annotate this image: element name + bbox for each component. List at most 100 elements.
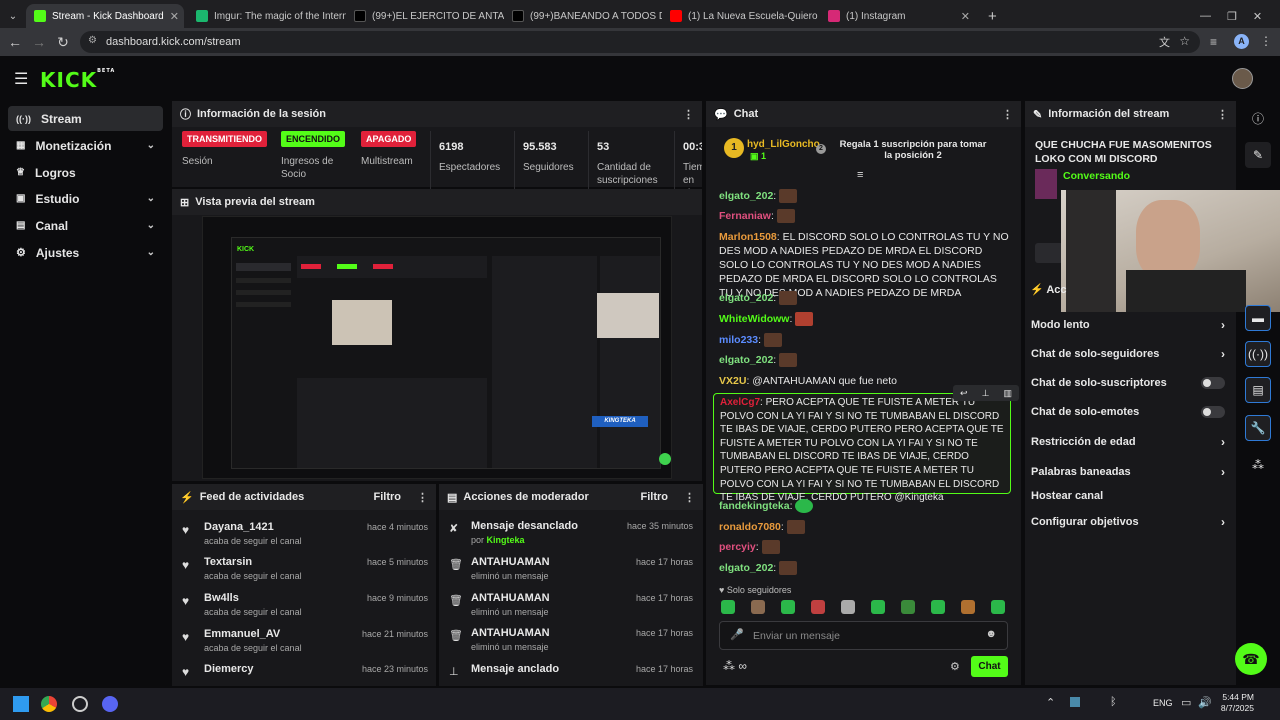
- chat-username[interactable]: ronaldo7080: [719, 521, 781, 533]
- info-circle-icon[interactable]: ⓘ: [1245, 105, 1271, 131]
- layout-icon[interactable]: ▤: [1245, 377, 1271, 403]
- chat-username[interactable]: elgato_202: [719, 562, 773, 574]
- gift-prompt[interactable]: Regala 1 suscripción para tomar la posic…: [838, 139, 988, 161]
- reload-icon[interactable]: ↻: [51, 34, 75, 51]
- chat-username[interactable]: AxelCg7: [720, 397, 760, 408]
- profile-avatar-icon[interactable]: A: [1234, 34, 1249, 49]
- wrench-icon[interactable]: 🔧: [1245, 415, 1271, 441]
- sidebar-item-canal[interactable]: ▤ Canal ⌄: [8, 213, 163, 238]
- site-info-icon[interactable]: ⚙: [88, 35, 97, 46]
- kick-points-icon[interactable]: ⁂ ∞: [723, 659, 747, 673]
- back-icon[interactable]: ←: [3, 34, 27, 50]
- gift-info-icon[interactable]: 2: [816, 144, 826, 154]
- chrome-icon[interactable]: [41, 696, 57, 712]
- tab-tiktok-2[interactable]: (99+)BANEANDO A TODOS DE ✕: [504, 4, 662, 28]
- emote-icon[interactable]: [811, 600, 825, 614]
- chat-settings-icon[interactable]: ⚙: [950, 660, 960, 673]
- sidebar-item-logros[interactable]: ♕ Logros: [8, 160, 163, 185]
- list-item[interactable]: ⊥ Mensaje anclado hace 17 horas: [449, 663, 693, 683]
- browser-menu-icon[interactable]: ⋮: [1260, 34, 1272, 48]
- list-item[interactable]: ♥ Dayana_1421 acaba de seguir el canal hace…: [182, 521, 428, 555]
- bluetooth-icon[interactable]: ᛒ: [1110, 696, 1117, 708]
- network-icon[interactable]: ▭: [1181, 696, 1191, 709]
- broadcast-icon[interactable]: ((·)): [1245, 341, 1271, 367]
- chat-message[interactable]: elgato_202:: [719, 189, 1009, 204]
- chat-username[interactable]: elgato_202: [719, 292, 773, 304]
- kick-points-icon[interactable]: ⁂: [1245, 452, 1271, 478]
- option-hostear-canal[interactable]: Hostear canal: [1031, 490, 1225, 502]
- chat-message[interactable]: Fernaniaw:: [719, 209, 1009, 224]
- chat-username[interactable]: elgato_202: [719, 354, 773, 366]
- list-item[interactable]: ✘ Mensaje desanclado por Kingteka hace 35 m…: [449, 520, 693, 554]
- tab-tiktok-1[interactable]: (99+)EL EJERCITO DE ANTAHUA ✕: [346, 4, 504, 28]
- chat-username[interactable]: fandekingteka: [719, 500, 790, 512]
- list-item[interactable]: 🗑 ANTAHUAMAN eliminó un mensaje hace 17 hor…: [449, 627, 693, 661]
- option-solo-suscriptores[interactable]: Chat de solo-suscriptores: [1031, 377, 1225, 389]
- emote-icon[interactable]: [901, 600, 915, 614]
- minimize-icon[interactable]: —: [1200, 10, 1211, 22]
- option-solo-seguidores[interactable]: Chat de solo-seguidores ›: [1031, 347, 1225, 361]
- list-item[interactable]: 🗑 ANTAHUAMAN eliminó un mensaje hace 17 hor…: [449, 592, 693, 626]
- chat-send-button[interactable]: Chat: [971, 656, 1008, 677]
- pinned-message[interactable]: AxelCg7: PERO ACEPTA QUE TE FUISTE A MET…: [713, 385, 1019, 503]
- sidebar-item-estudio[interactable]: ▣ Estudio ⌄: [8, 186, 163, 211]
- close-icon[interactable]: ✕: [170, 10, 179, 23]
- sidebar-item-stream[interactable]: ((·)) Stream: [8, 106, 163, 131]
- hamburger-menu-icon[interactable]: ☰: [14, 69, 28, 89]
- chat-message[interactable]: WhiteWidoww:: [719, 312, 1009, 327]
- option-modo-lento[interactable]: Modo lento ›: [1031, 318, 1225, 332]
- emote-icon[interactable]: [751, 600, 765, 614]
- stream-category[interactable]: Conversando: [1063, 170, 1130, 182]
- chat-message[interactable]: elgato_202:: [719, 561, 1009, 576]
- emote-icon[interactable]: [871, 600, 885, 614]
- emote-icon[interactable]: [931, 600, 945, 614]
- emote-icon[interactable]: [841, 600, 855, 614]
- chat-message[interactable]: elgato_202:: [719, 353, 1009, 368]
- chat-message[interactable]: elgato_202:: [719, 291, 1009, 306]
- emote-icon[interactable]: [961, 600, 975, 614]
- clock[interactable]: 5:44 PM 8/7/2025: [1216, 692, 1254, 714]
- microphone-icon[interactable]: 🎤: [730, 628, 744, 641]
- edit-pencil-icon[interactable]: ✎: [1245, 142, 1271, 168]
- list-item[interactable]: ♥ Emmanuel_AV acaba de seguir el canal hace…: [182, 628, 428, 662]
- option-palabras-baneadas[interactable]: Palabras baneadas ›: [1031, 465, 1225, 479]
- subscribers-only-toggle[interactable]: [1201, 377, 1225, 389]
- tab-youtube[interactable]: (1) La Nueva Escuela-Quiero Be ✕: [662, 4, 820, 28]
- tab-instagram[interactable]: (1) Instagram ✕: [820, 4, 978, 28]
- option-restriccion-edad[interactable]: Restricción de edad ›: [1031, 435, 1225, 449]
- translate-icon[interactable]: 文: [1159, 34, 1170, 50]
- chat-username[interactable]: Fernaniaw: [719, 210, 771, 222]
- support-chat-icon[interactable]: ☎: [1235, 643, 1267, 675]
- obs-icon[interactable]: [72, 696, 88, 712]
- volume-icon[interactable]: 🔊: [1198, 696, 1212, 709]
- more-options-icon[interactable]: ⋮: [683, 108, 694, 121]
- list-item[interactable]: 🗑 ANTAHUAMAN eliminó un mensaje hace 17 hor…: [449, 556, 693, 590]
- discord-icon[interactable]: [102, 696, 118, 712]
- emotes-only-toggle[interactable]: [1201, 406, 1225, 418]
- emote-icon[interactable]: [721, 600, 735, 614]
- bookmark-star-icon[interactable]: ☆: [1179, 34, 1190, 48]
- chat-message[interactable]: Marlon1508: EL DISCORD SOLO LO CONTROLAS…: [719, 230, 1009, 300]
- kick-logo[interactable]: KICKBETA: [40, 68, 115, 92]
- emote-icon[interactable]: [781, 600, 795, 614]
- windows-start-icon[interactable]: [13, 696, 29, 712]
- reply-icon[interactable]: ↩: [960, 388, 968, 399]
- more-options-icon[interactable]: ⋮: [417, 491, 428, 504]
- forward-icon[interactable]: →: [27, 34, 51, 50]
- list-item[interactable]: ♥ Bw4lls acaba de seguir el canal hace 9 mi…: [182, 592, 428, 626]
- chat-message[interactable]: ronaldo7080:: [719, 520, 1009, 535]
- chat-username[interactable]: elgato_202: [719, 190, 773, 202]
- user-avatar[interactable]: [1232, 68, 1253, 89]
- more-options-icon[interactable]: ⋮: [1217, 108, 1228, 121]
- close-icon[interactable]: ✕: [961, 10, 970, 23]
- tray-app-icon[interactable]: [1070, 697, 1080, 707]
- close-window-icon[interactable]: ✕: [1253, 10, 1262, 23]
- chat-rail-icon[interactable]: ▬: [1245, 305, 1271, 331]
- chat-input[interactable]: 🎤 Enviar un mensaje ☻: [719, 621, 1008, 650]
- tag-chip[interactable]: [1035, 243, 1063, 263]
- expand-leaderboard-icon[interactable]: ≡: [857, 169, 863, 181]
- language-indicator[interactable]: ENG: [1153, 698, 1173, 708]
- tab-imgur[interactable]: Imgur: The magic of the Interne ✕: [188, 4, 346, 28]
- chat-message[interactable]: milo233:: [719, 333, 1009, 348]
- tray-overflow-icon[interactable]: ⌃: [1046, 696, 1055, 709]
